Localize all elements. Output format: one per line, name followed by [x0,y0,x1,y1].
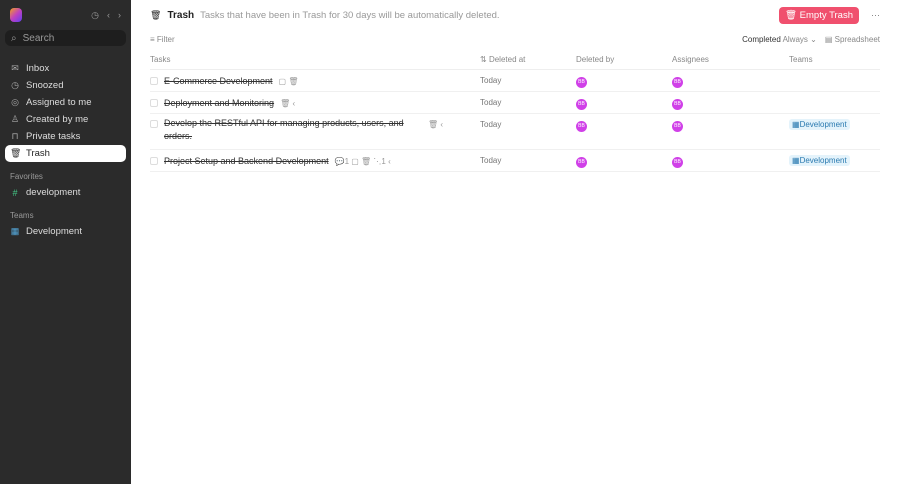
col-deleted-by[interactable]: Deleted by [576,51,672,70]
search-icon: ⌕ [11,32,17,44]
avatar: BB [576,98,587,110]
main: 🗑 Trash Tasks that have been in Trash fo… [131,0,900,484]
sidebar-item-trash[interactable]: 🗑 Trash [5,145,126,162]
col-deleted-at[interactable]: ⇅ Deleted at [480,51,576,70]
avatar: BB [672,98,683,110]
avatar: BB [672,156,683,168]
table-row[interactable]: Develop the RESTful API for managing pro… [150,113,880,150]
trash-icon: 🗑 [150,9,162,20]
page-title: Trash [167,9,195,21]
app-logo [10,8,22,22]
team-icon: ▦ [10,226,20,236]
inbox-icon: ✉ [11,63,19,73]
teams-heading: Teams [10,211,34,220]
avatar: BB [672,76,683,88]
hash-icon: # [12,187,18,198]
row-icons: 🗑 ‹ [428,119,444,129]
trash-icon: 🗑 [10,148,22,158]
row-icons: 🗑 ‹ [280,98,296,108]
row-checkbox[interactable] [150,119,158,128]
avatar: BB [576,120,587,132]
favorite-development[interactable]: # development [5,184,126,201]
sidebar-item-inbox[interactable]: ✉ Inbox [5,60,126,77]
team-badge[interactable]: ▦Development [789,154,850,166]
forward-icon[interactable]: › [118,10,121,21]
sidebar-item-assigned[interactable]: ◎ Assigned to me [5,94,126,111]
page-description: Tasks that have been in Trash for 30 day… [200,9,500,21]
row-checkbox[interactable] [150,99,158,108]
row-icons: 💬1 ▢ 🗑 ⋱1 ‹ [334,156,391,166]
spreadsheet-view-button[interactable]: ▤ Spreadsheet [825,35,880,44]
sidebar-item-private[interactable]: ⊓ Private tasks [5,128,126,145]
target-icon: ◎ [11,97,19,107]
row-checkbox[interactable] [150,77,158,86]
table-row[interactable]: Deployment and Monitoring 🗑 ‹ Today BB BB [150,91,880,114]
row-checkbox[interactable] [150,157,158,166]
favorites-heading: Favorites [10,172,43,181]
filter-button[interactable]: ≡ Filter [150,35,175,44]
back-icon[interactable]: ‹ [107,10,110,21]
empty-trash-button[interactable]: 🗑 Empty Trash [778,6,859,24]
history-icon[interactable]: ◷ [91,10,99,21]
more-icon[interactable]: ··· [871,10,880,20]
user-icon: ♙ [10,114,20,124]
col-teams[interactable]: Teams [789,51,880,70]
team-development[interactable]: ▦ Development [5,223,126,240]
table-row[interactable]: Project Setup and Backend Development 💬1 … [150,149,880,172]
completed-dropdown[interactable]: Completed Always ⌄ [742,35,817,44]
team-badge[interactable]: ▦Development [789,118,850,130]
row-icons: ▢ 🗑 [278,76,299,86]
trash-table: Tasks ⇅ Deleted at Deleted by Assignees … [150,51,880,172]
lock-icon: ⊓ [11,131,19,141]
avatar: BB [576,76,587,88]
col-tasks[interactable]: Tasks [150,51,480,70]
sidebar-item-created[interactable]: ♙ Created by me [5,111,126,128]
table-row[interactable]: E-Commerce Development ▢ 🗑 Today BB BB [150,69,880,92]
avatar: BB [576,156,587,168]
col-assignees[interactable]: Assignees [672,51,789,70]
sidebar-item-snoozed[interactable]: ◷ Snoozed [5,77,126,94]
sidebar: ◷ ‹ › ⌕ Search ✉ Inbox ◷ Snoozed ◎ Assigned to… [0,0,131,484]
avatar: BB [672,120,683,132]
search-input[interactable]: ⌕ Search [5,30,126,46]
clock-icon: ◷ [11,80,19,90]
